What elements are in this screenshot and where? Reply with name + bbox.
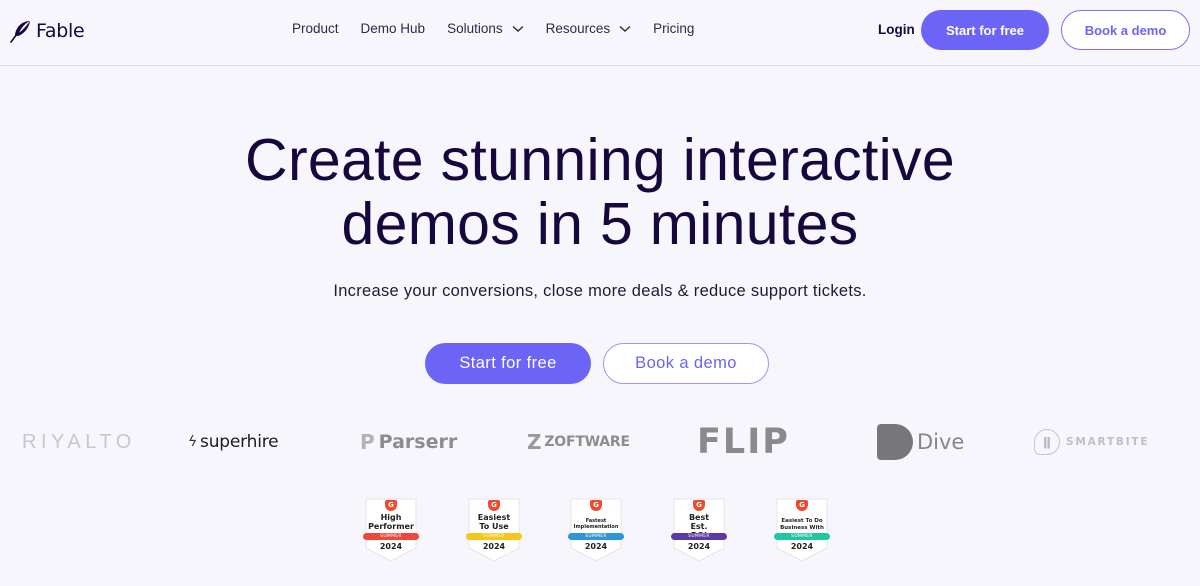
main-nav: Product Demo Hub Solutions Resources Pri… (292, 21, 716, 36)
lightning-icon: ϟ (188, 434, 198, 450)
logo-text: RIYALTO (22, 430, 136, 453)
badge-best-est-roi: G Best Est. ROI SUMMER 2024 (671, 498, 727, 562)
logo-flip: FLIP (697, 412, 790, 472)
zoftware-mark-icon: Z (527, 430, 542, 454)
badge-season: SUMMER (568, 533, 624, 540)
nav-resources[interactable]: Resources (546, 21, 632, 36)
logo-text: SMARTBITE (1066, 436, 1150, 448)
g2-badges: G High Performer SUMMER 2024 G Easiest T… (0, 498, 1200, 564)
logo-parserr: P Parserr (360, 412, 457, 472)
badge-title: Fastest Implementation (573, 518, 619, 530)
chevron-down-icon (619, 25, 631, 32)
badge-season: SUMMER (466, 533, 522, 540)
badge-easiest-to-use: G Easiest To Use SUMMER 2024 (466, 498, 522, 562)
nav-solutions[interactable]: Solutions (447, 21, 524, 36)
badge-year: 2024 (379, 542, 403, 551)
logo-text: FLIP (697, 422, 790, 462)
header-book-demo-button[interactable]: Book a demo (1061, 10, 1190, 50)
customer-logos: RIYALTO ϟ superhire P Parserr Z ZOFTWARE… (0, 412, 1200, 472)
fork-spoon-icon: ǁ (1034, 429, 1060, 455)
logo-zoftware: Z ZOFTWARE (527, 412, 630, 472)
dive-mark-icon (877, 424, 913, 460)
badge-high-performer: G High Performer SUMMER 2024 (363, 498, 419, 562)
brand-name: Fable (36, 20, 85, 42)
nav-label: Product (292, 21, 339, 36)
logo-smartbite: ǁ SMARTBITE (1034, 412, 1149, 472)
hero-title: Create stunning interactive demos in 5 m… (0, 128, 1200, 256)
nav-pricing[interactable]: Pricing (653, 21, 694, 36)
hero-subtitle: Increase your conversions, close more de… (333, 282, 867, 300)
badge-season: SUMMER (774, 533, 830, 540)
nav-label: Pricing (653, 21, 695, 36)
nav-demo-hub[interactable]: Demo Hub (361, 21, 426, 36)
nav-product[interactable]: Product (292, 21, 339, 36)
logo-text: ZOFTWARE (544, 434, 630, 450)
nav-label: Resources (545, 21, 611, 36)
badge-season: SUMMER (671, 533, 727, 540)
badge-title: High Performer (368, 513, 414, 531)
badge-year: 2024 (790, 542, 814, 551)
feather-icon (10, 21, 30, 43)
badge-title: Easiest To Use (477, 513, 511, 531)
logo-text: Parserr (378, 431, 458, 453)
logo-text: superhire (200, 432, 279, 452)
badge-season: SUMMER (363, 533, 419, 540)
hero-title-line-1: Create stunning interactive (245, 127, 955, 193)
site-header: Fable Product Demo Hub Solutions Resourc… (0, 0, 1200, 66)
nav-label: Solutions (447, 21, 503, 36)
header-start-free-button[interactable]: Start for free (921, 10, 1049, 50)
parserr-mark-icon: P (360, 430, 375, 454)
badge-fastest-implementation: G Fastest Implementation SUMMER 2024 (568, 498, 624, 562)
badge-year: 2024 (687, 542, 711, 551)
logo-riyalto: RIYALTO (22, 412, 136, 472)
badge-year: 2024 (584, 542, 608, 551)
hero-book-demo-button[interactable]: Book a demo (603, 343, 769, 384)
badge-year: 2024 (482, 542, 506, 551)
brand-logo[interactable]: Fable (8, 16, 85, 46)
logo-dive: Dive (877, 412, 964, 472)
logo-text: Dive (917, 430, 965, 454)
hero-start-free-button[interactable]: Start for free (425, 343, 591, 384)
badge-title: Easiest To Do Business With (780, 518, 824, 531)
login-link[interactable]: Login (878, 22, 915, 37)
logo-superhire: ϟ superhire (188, 412, 279, 472)
hero-title-line-2: demos in 5 minutes (341, 191, 859, 257)
badge-easiest-to-do-business: G Easiest To Do Business With SUMMER 202… (774, 498, 830, 562)
chevron-down-icon (512, 25, 524, 32)
nav-label: Demo Hub (360, 21, 426, 36)
